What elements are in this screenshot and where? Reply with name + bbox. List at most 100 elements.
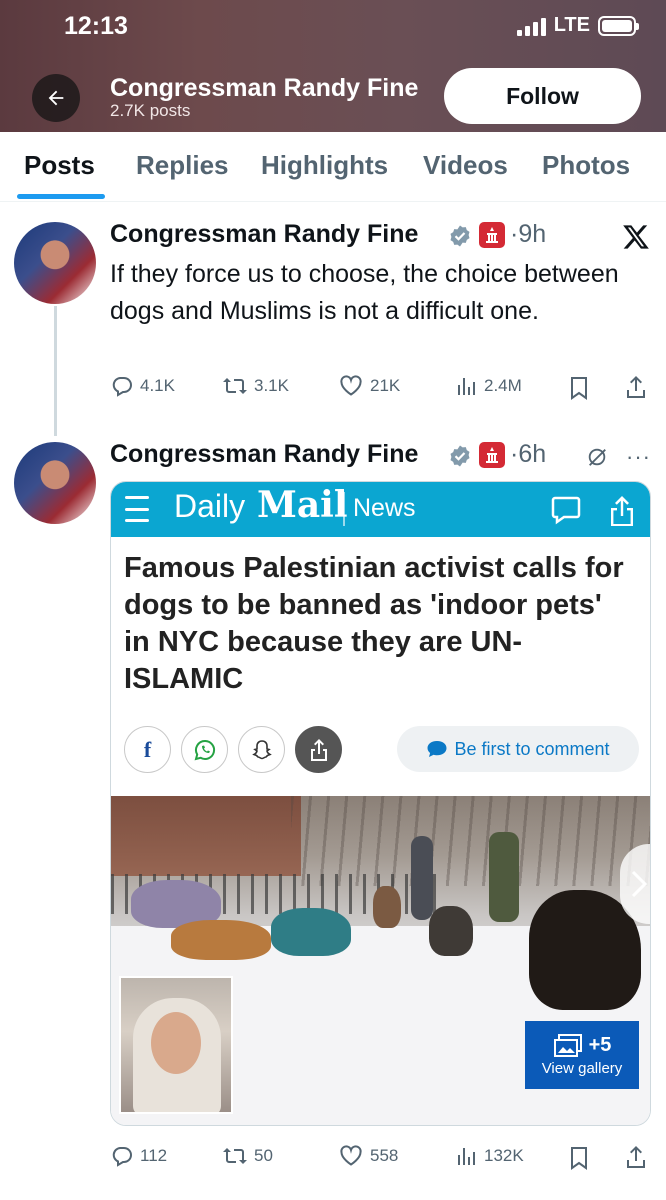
government-badge-icon <box>479 442 505 468</box>
tab-videos[interactable]: Videos <box>423 150 508 181</box>
profile-header: 12:13 LTE Congressman Randy Fine 2.7K po… <box>0 0 666 132</box>
inset-portrait <box>119 976 233 1114</box>
tweet-actions: 4.1K 3.1K 21K 2.4M <box>110 374 655 404</box>
whatsapp-icon <box>194 739 215 760</box>
facebook-share-button[interactable]: f <box>124 726 171 773</box>
bookmark-icon[interactable] <box>568 376 590 400</box>
tweet-actions: 112 50 558 132K <box>110 1144 655 1174</box>
next-image-button[interactable] <box>620 844 650 924</box>
post-count: 2.7K posts <box>110 101 191 120</box>
government-badge-icon <box>479 222 505 248</box>
repost-icon <box>223 378 247 394</box>
tab-photos[interactable]: Photos <box>542 150 630 181</box>
gallery-label: View gallery <box>541 1059 623 1077</box>
brand-section: News <box>353 494 416 522</box>
like-count: 21K <box>370 376 401 395</box>
views-button[interactable]: 2.4M <box>454 374 522 398</box>
facebook-icon: f <box>143 736 152 762</box>
chevron-right-icon <box>631 870 648 898</box>
photo-trees <box>291 796 650 886</box>
verified-badge-icon <box>450 445 470 467</box>
reply-count: 4.1K <box>140 376 175 395</box>
analytics-icon <box>458 1148 475 1165</box>
reply-icon <box>112 377 132 397</box>
heart-icon <box>340 375 362 396</box>
share-icon[interactable] <box>607 494 637 528</box>
gallery-icon <box>553 1033 582 1057</box>
grok-icon[interactable] <box>586 446 608 468</box>
repost-button[interactable]: 3.1K <box>222 374 289 398</box>
avatar[interactable] <box>14 442 96 524</box>
article-photo[interactable]: +5 View gallery <box>111 796 650 1125</box>
person-figure <box>489 832 519 922</box>
comment-prompt-button[interactable]: Be first to comment <box>397 726 639 772</box>
thread-line <box>54 306 57 436</box>
brand-divider <box>343 492 345 526</box>
verified-badge-icon <box>450 225 470 247</box>
like-button[interactable]: 21K <box>338 374 400 398</box>
tweet-author[interactable]: Congressman Randy Fine <box>110 220 418 249</box>
article-headline: Famous Palestinian activist calls for do… <box>124 552 624 695</box>
more-options-icon[interactable]: ··· <box>626 444 651 470</box>
more-share-button[interactable] <box>295 726 342 773</box>
dog-figure <box>271 908 351 956</box>
speech-bubble-icon <box>427 741 447 757</box>
active-tab-indicator <box>17 194 105 199</box>
signal-icon <box>516 16 546 36</box>
back-button[interactable] <box>32 74 80 122</box>
tweet-time: ·6h <box>510 440 547 468</box>
view-count: 2.4M <box>484 376 522 395</box>
battery-icon <box>598 15 639 36</box>
views-button[interactable]: 132K <box>454 1144 524 1168</box>
heart-icon <box>340 1145 362 1166</box>
whatsapp-share-button[interactable] <box>181 726 228 773</box>
repost-count: 50 <box>254 1146 273 1165</box>
status-indicators: LTE <box>516 14 639 37</box>
share-icon[interactable] <box>624 1144 648 1170</box>
tab-replies[interactable]: Replies <box>136 150 229 181</box>
brand-mail: Mail <box>257 484 348 526</box>
dog-figure <box>373 886 401 928</box>
repost-icon <box>223 1148 247 1164</box>
snapchat-share-button[interactable] <box>238 726 285 773</box>
profile-tabs: Posts Replies Highlights Videos Photos <box>0 132 666 202</box>
snapchat-icon <box>251 739 272 759</box>
photo-building <box>111 796 301 876</box>
tweet-time: ·9h <box>510 220 547 248</box>
grok-x-icon[interactable] <box>622 224 650 250</box>
dog-figure <box>429 906 473 956</box>
reply-icon <box>112 1147 132 1167</box>
follow-button[interactable]: Follow <box>444 68 641 124</box>
share-icon <box>310 738 327 761</box>
person-figure <box>411 836 433 920</box>
repost-count: 3.1K <box>254 376 289 395</box>
tab-posts[interactable]: Posts <box>24 150 95 181</box>
share-icon[interactable] <box>624 374 648 400</box>
view-gallery-button[interactable]: +5 View gallery <box>525 1021 639 1089</box>
tweet-author[interactable]: Congressman Randy Fine <box>110 440 418 469</box>
like-count: 558 <box>370 1146 399 1165</box>
dog-figure <box>171 920 271 960</box>
gallery-count: +5 <box>588 1034 612 1056</box>
profile-name: Congressman Randy Fine <box>110 74 419 102</box>
view-count: 132K <box>484 1146 524 1165</box>
brand-daily: Daily <box>174 488 246 524</box>
comment-icon[interactable] <box>550 494 582 526</box>
reply-button[interactable]: 4.1K <box>110 374 175 398</box>
menu-icon[interactable] <box>125 496 149 522</box>
avatar[interactable] <box>14 222 96 304</box>
tweet-text: If they force us to choose, the choice b… <box>110 260 619 325</box>
reply-count: 112 <box>140 1146 168 1165</box>
comment-prompt-text: Be first to comment <box>454 738 610 759</box>
reply-button[interactable]: 112 <box>110 1144 167 1168</box>
repost-button[interactable]: 50 <box>222 1144 273 1168</box>
network-type: LTE <box>553 14 590 36</box>
article-card[interactable]: Daily Mail News Famous Palestinian activ… <box>110 481 651 1126</box>
arrow-left-icon <box>48 90 64 106</box>
dailymail-header: Daily Mail News <box>111 482 650 537</box>
tab-highlights[interactable]: Highlights <box>261 150 388 181</box>
status-time: 12:13 <box>64 12 128 40</box>
bookmark-icon[interactable] <box>568 1146 590 1170</box>
like-button[interactable]: 558 <box>338 1144 398 1168</box>
analytics-icon <box>458 378 475 395</box>
